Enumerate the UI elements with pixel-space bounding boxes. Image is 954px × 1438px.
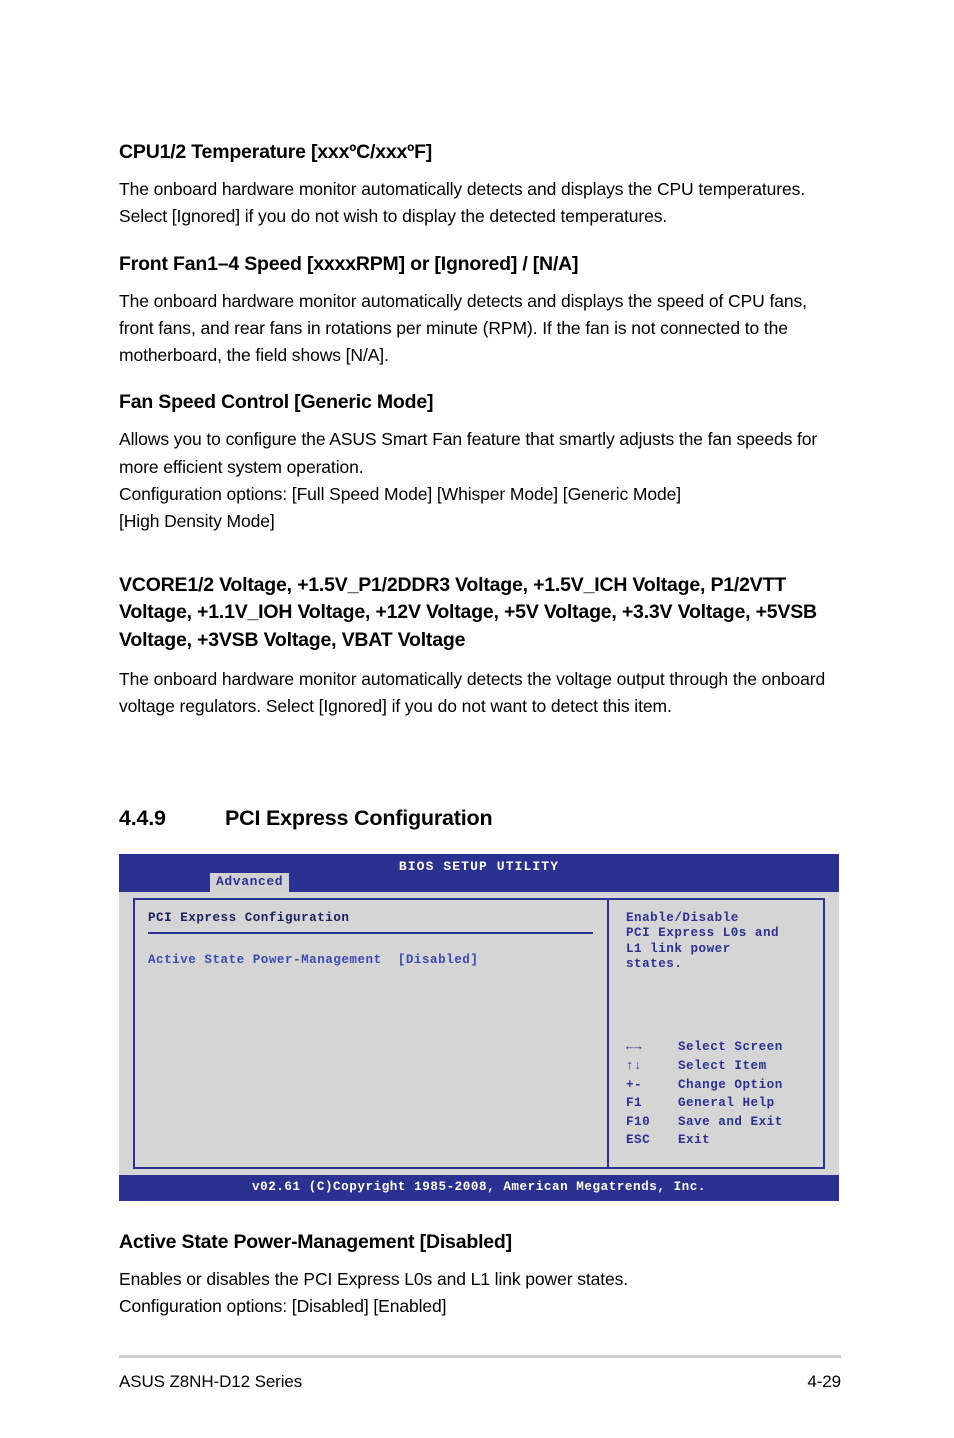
legend-key-f10: F10 (626, 1114, 651, 1129)
bios-subtitle-pci-express-configuration: PCI Express Configuration (148, 911, 350, 925)
bios-main-panel: PCI Express Configuration Active State P… (135, 900, 609, 1167)
bios-row-label: Active State Power-Management (148, 953, 382, 968)
legend-key-arrows-horizontal: ←→ (626, 1040, 643, 1055)
doc-section-voltages: VCORE1/2 Voltage, +1.5V_P1/2DDR3 Voltage… (119, 572, 841, 721)
legend-item-select-screen: ←→ Select Screen (626, 1038, 783, 1057)
bios-help-text: Enable/Disable PCI Express L0s and L1 li… (626, 911, 780, 972)
legend-item-general-help: F1 General Help (626, 1094, 783, 1113)
legend-item-select-item: ↑↓ Select Item (626, 1057, 783, 1076)
section-body-active-state-power-management: Enables or disables the PCI Express L0s … (119, 1268, 629, 1317)
section-body-cpu-temperature: The onboard hardware monitor automatical… (119, 178, 806, 227)
section-heading-fan-speed-control: Fan Speed Control [Generic Mode] (119, 391, 434, 414)
footer-product-name: ASUS Z8NH-D12 Series (119, 1372, 303, 1391)
section-body-front-fan-speed: The onboard hardware monitor automatical… (119, 290, 807, 366)
bios-copyright-bar: v02.61 (C)Copyright 1985-2008, American … (119, 1175, 839, 1201)
legend-key-f1: F1 (626, 1096, 643, 1111)
legend-item-exit: ESC Exit (626, 1131, 783, 1150)
manual-page: CPU1/2 Temperature [xxxºC/xxxºF] The onb… (0, 0, 954, 1438)
legend-action-exit: Exit (678, 1133, 711, 1148)
legend-action-select-item: Select Item (678, 1058, 767, 1073)
content-column-after: Active State Power-Management [Disabled]… (119, 1230, 841, 1321)
footer-line: ASUS Z8NH-D12 Series 4-29 (119, 1372, 841, 1392)
bios-setup-screenshot: BIOS SETUP UTILITY Advanced PCI Express … (119, 854, 839, 1201)
legend-key-plus-minus: +- (626, 1077, 643, 1092)
content-column: CPU1/2 Temperature [xxxºC/xxxºF] The onb… (119, 140, 841, 741)
section-body-voltages: The onboard hardware monitor automatical… (119, 668, 826, 716)
section-number: 4.4.9 (119, 806, 166, 830)
bios-tab-advanced[interactable]: Advanced (210, 873, 290, 892)
section-body-fan-speed-control: Allows you to configure the ASUS Smart F… (119, 429, 818, 532)
bios-row-spacer (382, 953, 398, 967)
legend-action-select-screen: Select Screen (678, 1040, 783, 1055)
footer-divider (119, 1355, 841, 1358)
legend-action-general-help: General Help (678, 1096, 775, 1111)
bios-key-legend: ←→ Select Screen ↑↓ Select Item +- Chang… (626, 1038, 783, 1150)
footer-page-number: 4-29 (807, 1372, 841, 1391)
legend-key-esc: ESC (626, 1133, 651, 1148)
legend-action-change-option: Change Option (678, 1077, 783, 1092)
doc-section-fan-speed-control: Fan Speed Control [Generic Mode] Allows … (119, 390, 841, 535)
doc-section-cpu-temperature: CPU1/2 Temperature [xxxºC/xxxºF] The onb… (119, 140, 841, 231)
page-footer: ASUS Z8NH-D12 Series 4-29 (119, 1355, 841, 1392)
bios-body: PCI Express Configuration Active State P… (133, 898, 825, 1169)
section-heading-pci-express-configuration: 4.4.9 PCI Express Configuration (119, 806, 841, 831)
legend-action-save-and-exit: Save and Exit (678, 1114, 783, 1129)
section-title: PCI Express Configuration (225, 806, 493, 830)
bios-row-active-state-power-management[interactable]: Active State Power-Management [Disabled] (148, 953, 607, 968)
legend-item-save-and-exit: F10 Save and Exit (626, 1113, 783, 1132)
bios-titlebar: BIOS SETUP UTILITY Advanced (119, 854, 839, 892)
section-heading-voltages: VCORE1/2 Voltage, +1.5V_P1/2DDR3 Voltage… (119, 573, 817, 651)
bios-help-panel: Enable/Disable PCI Express L0s and L1 li… (609, 900, 823, 1167)
legend-key-arrows-vertical: ↑↓ (626, 1058, 643, 1073)
section-heading-active-state-power-management: Active State Power-Management [Disabled] (119, 1231, 512, 1253)
section-heading-front-fan-speed: Front Fan1–4 Speed [xxxxRPM] or [Ignored… (119, 252, 579, 275)
section-heading-cpu-temperature: CPU1/2 Temperature [xxxºC/xxxºF] (119, 141, 433, 163)
doc-section-active-state-power-management: Active State Power-Management [Disabled]… (119, 1230, 841, 1321)
doc-section-front-fan-speed: Front Fan1–4 Speed [xxxxRPM] or [Ignored… (119, 252, 841, 370)
legend-item-change-option: +- Change Option (626, 1076, 783, 1095)
bios-row-value[interactable]: [Disabled] (398, 953, 479, 967)
bios-subtitle-divider (148, 932, 593, 935)
